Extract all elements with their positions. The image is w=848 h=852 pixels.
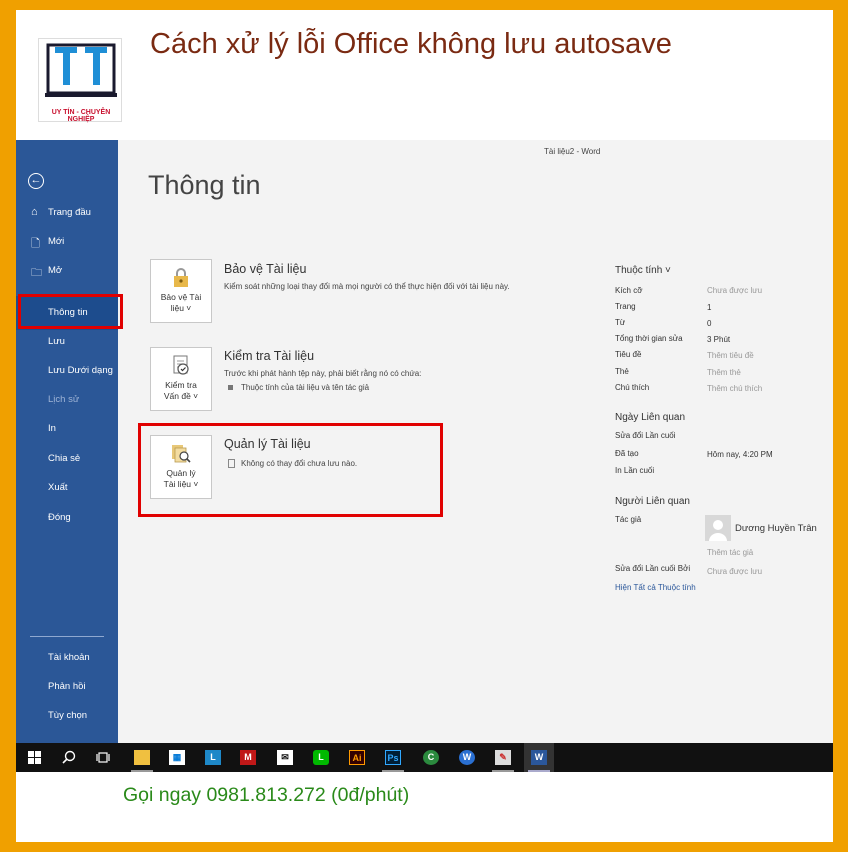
- add-author-link[interactable]: Thêm tác giả: [707, 548, 753, 557]
- prop-key: Sửa đổi Lần cuối Bởi: [615, 564, 691, 573]
- taskbar: ▦ L M ✉ L Ai Ps C W ✎ W: [16, 743, 833, 772]
- mcafee-icon[interactable]: M: [233, 743, 263, 772]
- nav-item-open[interactable]: 🗀 Mở: [31, 265, 63, 279]
- nav-item-export[interactable]: Xuất: [48, 482, 68, 493]
- new-doc-icon: 🗋: [31, 238, 40, 250]
- protect-document-button[interactable]: Bảo vệ Tài liệu ˅: [150, 259, 212, 323]
- author-name[interactable]: Dương Huyền Trân: [735, 523, 817, 534]
- highlight-box-info: [18, 294, 123, 329]
- file-explorer-icon[interactable]: [127, 743, 157, 772]
- nav-label: Trang đầu: [48, 207, 91, 218]
- prop-key: Thẻ: [615, 367, 629, 376]
- related-dates-header: Ngày Liên quan: [615, 412, 686, 423]
- prop-key: Trang: [615, 302, 636, 311]
- corel-icon[interactable]: C: [416, 743, 446, 772]
- illustrator-icon[interactable]: Ai: [342, 743, 372, 772]
- bullet-icon: [228, 385, 233, 391]
- lingoes-icon[interactable]: L: [198, 743, 228, 772]
- line-icon[interactable]: L: [306, 743, 336, 772]
- paint-icon[interactable]: ✎: [488, 743, 518, 772]
- tt-logo-icon: [45, 43, 117, 97]
- check-issues-button[interactable]: Kiểm tra Vấn đề ˅: [150, 347, 212, 411]
- prop-key: Tổng thời gian sửa: [615, 334, 683, 343]
- nav-item-home[interactable]: ⌂ Trang đầu: [31, 206, 91, 218]
- nav-item-options[interactable]: Tùy chọn: [48, 710, 87, 721]
- nav-label: Mới: [48, 236, 65, 247]
- avatar: [705, 515, 731, 541]
- nav-divider: [30, 636, 104, 637]
- tags-field[interactable]: Thêm thẻ: [707, 368, 741, 377]
- prop-value: Hôm nay, 4:20 PM: [707, 450, 773, 459]
- nav-item-feedback[interactable]: Phản hồi: [48, 681, 86, 692]
- title-field[interactable]: Thêm tiêu đề: [707, 351, 754, 360]
- company-logo: UY TÍN - CHUYÊN NGHIỆP: [38, 38, 122, 123]
- show-all-properties-link[interactable]: Hiện Tất cả Thuộc tính: [615, 583, 696, 592]
- photoshop-icon[interactable]: Ps: [378, 743, 408, 772]
- inspect-document-icon: [173, 355, 189, 375]
- highlight-box-manage: [138, 423, 443, 517]
- document-title: Tài liệu2 - Word: [544, 147, 601, 156]
- card-label: Bảo vệ Tài liệu ˅: [160, 292, 202, 313]
- prop-value: Chưa được lưu: [707, 567, 763, 576]
- nav-item-share[interactable]: Chia sẻ: [48, 453, 80, 464]
- protect-document-desc: Kiểm soát những loại thay đổi mà mọi ngư…: [224, 282, 510, 291]
- task-view-icon[interactable]: [88, 743, 118, 772]
- word-backstage-window: ← ⌂ Trang đầu 🗋 Mới 🗀 Mở Thông tin Lưu L…: [16, 140, 833, 743]
- comments-field[interactable]: Thêm chú thích: [707, 384, 762, 393]
- prop-value: 3 Phút: [707, 335, 731, 344]
- mail-icon[interactable]: ✉: [270, 743, 300, 772]
- inspect-document-desc: Trước khi phát hành tệp này, phải biết r…: [224, 369, 422, 378]
- home-icon: ⌂: [31, 206, 38, 218]
- prop-key: Tiêu đề: [615, 350, 642, 359]
- prop-key: Tác giả: [615, 515, 642, 524]
- inspect-document-title: Kiểm tra Tài liệu: [224, 349, 315, 363]
- inspect-bullet: Thuộc tính của tài liệu và tên tác giả: [228, 383, 369, 392]
- related-people-header: Người Liên quan: [615, 496, 690, 507]
- prop-value: 1: [707, 303, 712, 312]
- nav-item-save-as[interactable]: Lưu Dưới dạng: [48, 365, 113, 376]
- nav-item-history: Lịch sử: [48, 394, 80, 405]
- call-to-action: Gọi ngay 0981.813.272 (0đ/phút): [123, 784, 410, 806]
- prop-value: Chưa được lưu: [707, 286, 763, 295]
- prop-key: Chú thích: [615, 383, 650, 392]
- prop-key: Sửa đổi Lần cuối: [615, 431, 676, 440]
- prop-key: In Lần cuối: [615, 466, 655, 475]
- nav-label: Mở: [48, 265, 63, 276]
- banner-title: Cách xử lý lỗi Office không lưu autosave: [150, 28, 672, 60]
- nav-item-new[interactable]: 🗋 Mới: [31, 236, 65, 250]
- logo-tagline: UY TÍN - CHUYÊN NGHIỆP: [51, 109, 111, 123]
- search-icon[interactable]: [53, 743, 83, 772]
- nav-item-close[interactable]: Đóng: [48, 512, 71, 523]
- word-icon[interactable]: W: [524, 743, 554, 772]
- back-arrow-icon[interactable]: ←: [28, 173, 44, 189]
- store-icon[interactable]: ▦: [162, 743, 192, 772]
- user-icon: [709, 520, 727, 541]
- protect-document-title: Bảo vệ Tài liệu: [224, 262, 307, 276]
- prop-value: 0: [707, 319, 712, 328]
- nav-item-save[interactable]: Lưu: [48, 336, 65, 347]
- windows-start-icon[interactable]: [19, 743, 49, 772]
- prop-key: Từ: [615, 318, 626, 327]
- nav-item-print[interactable]: In: [48, 423, 56, 434]
- prop-key: Kích cỡ: [615, 286, 643, 295]
- nav-item-account[interactable]: Tài khoản: [48, 652, 90, 663]
- lock-icon: [174, 268, 188, 287]
- folder-icon: 🗀: [31, 267, 42, 279]
- wps-icon[interactable]: W: [452, 743, 482, 772]
- card-label: Kiểm tra Vấn đề ˅: [163, 380, 199, 401]
- prop-key: Đã tạo: [615, 449, 639, 458]
- properties-header[interactable]: Thuộc tính ˅: [615, 265, 671, 276]
- page-heading: Thông tin: [148, 170, 261, 200]
- backstage-nav: ← ⌂ Trang đầu 🗋 Mới 🗀 Mở Thông tin Lưu L…: [16, 140, 118, 743]
